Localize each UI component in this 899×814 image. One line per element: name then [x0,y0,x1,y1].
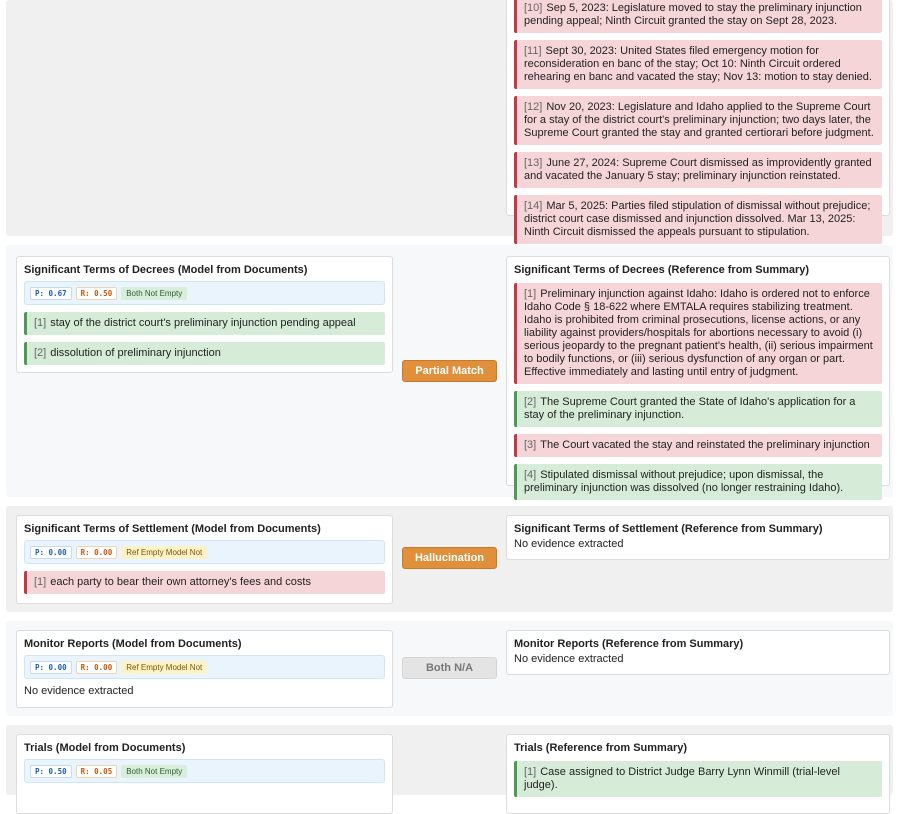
card-title: Trials (Model from Documents) [24,742,186,754]
decrees-section: Significant Terms of Decrees (Model from… [6,245,893,500]
settlement-section: Significant Terms of Settlement (Model f… [6,506,893,612]
list-item: [1] each party to bear their own attorney… [24,571,385,594]
reference-monitor-card: Monitor Reports (Reference from Summary)… [506,630,890,675]
card-title: Monitor Reports (Model from Documents) [24,638,242,650]
empty-state-text: No evidence extracted [24,685,134,697]
list-item: [1] Preliminary injunction against Idaho:… [514,283,882,384]
timeline-section: [10] Sep 5, 2023: Legislature moved to st… [6,0,893,244]
precision-badge: P: 0.50 [30,764,72,778]
reference-trials-card: Trials (Reference from Summary) [1] Case … [506,734,890,814]
status-badge: Both Not Empty [121,286,188,300]
recall-badge: R: 0.00 [75,660,118,674]
precision-badge: P: 0.00 [30,660,72,674]
list-item: [2] dissolution of preliminary injunction [24,342,385,365]
list-item: [4] Stipulated dismissal without prejudic… [514,464,882,500]
list-item: [1] Case assigned to District Judge Barry… [514,761,882,797]
empty-state-text: No evidence extracted [514,538,624,550]
list-item: [13] June 27, 2024: Supreme Court dismiss… [514,152,882,188]
precision-badge: P: 0.00 [30,545,72,559]
recall-badge: R: 0.00 [75,545,118,559]
list-item: [11] Sept 30, 2023: United States filed e… [514,40,882,89]
metrics-bar: P: 0.50 R: 0.05 Both Not Empty [24,759,385,783]
list-item: [1] stay of the district court's prelimin… [24,312,385,335]
card-title: Significant Terms of Settlement (Referen… [514,523,823,535]
reference-settlement-card: Significant Terms of Settlement (Referen… [506,515,890,560]
metrics-bar: P: 0.00 R: 0.00 Ref Empty Model Not [24,655,385,679]
model-monitor-card: Monitor Reports (Model from Documents) P… [16,630,393,708]
card-title: Significant Terms of Settlement (Model f… [24,523,321,535]
list-item: [12] Nov 20, 2023: Legislature and Idaho … [514,96,882,145]
card-title: Monitor Reports (Reference from Summary) [514,638,744,650]
status-badge: Ref Empty Model Not [121,660,208,674]
trials-section: Trials (Model from Documents) P: 0.50 R:… [6,725,893,814]
metrics-bar: P: 0.67 R: 0.50 Both Not Empty [24,281,385,305]
recall-badge: R: 0.05 [75,764,118,778]
monitor-section: Monitor Reports (Model from Documents) P… [6,621,893,716]
list-item: [2] The Supreme Court granted the State o… [514,391,882,427]
metrics-bar: P: 0.00 R: 0.00 Ref Empty Model Not [24,540,385,564]
list-item: [14] Mar 5, 2025: Parties filed stipulati… [514,195,882,244]
recall-badge: R: 0.50 [75,286,118,300]
empty-state-text: No evidence extracted [514,653,624,665]
hallucination-badge: Hallucination [402,547,497,569]
reference-timeline-card: [10] Sep 5, 2023: Legislature moved to st… [506,0,890,244]
card-title: Significant Terms of Decrees (Reference … [514,264,810,276]
status-badge: Ref Empty Model Not [121,545,208,559]
model-decrees-card: Significant Terms of Decrees (Model from… [16,256,393,373]
model-trials-card: Trials (Model from Documents) P: 0.50 R:… [16,734,393,814]
card-title: Significant Terms of Decrees (Model from… [24,264,308,276]
partial-match-badge: Partial Match [402,360,497,382]
list-item: [3] The Court vacated the stay and reinst… [514,434,882,457]
status-badge: Both Not Empty [121,764,188,778]
precision-badge: P: 0.67 [30,286,72,300]
list-item: [10] Sep 5, 2023: Legislature moved to st… [514,0,882,33]
both-na-badge: Both N/A [402,657,497,679]
model-settlement-card: Significant Terms of Settlement (Model f… [16,515,393,604]
card-title: Trials (Reference from Summary) [514,742,688,754]
reference-decrees-card: Significant Terms of Decrees (Reference … [506,256,890,500]
